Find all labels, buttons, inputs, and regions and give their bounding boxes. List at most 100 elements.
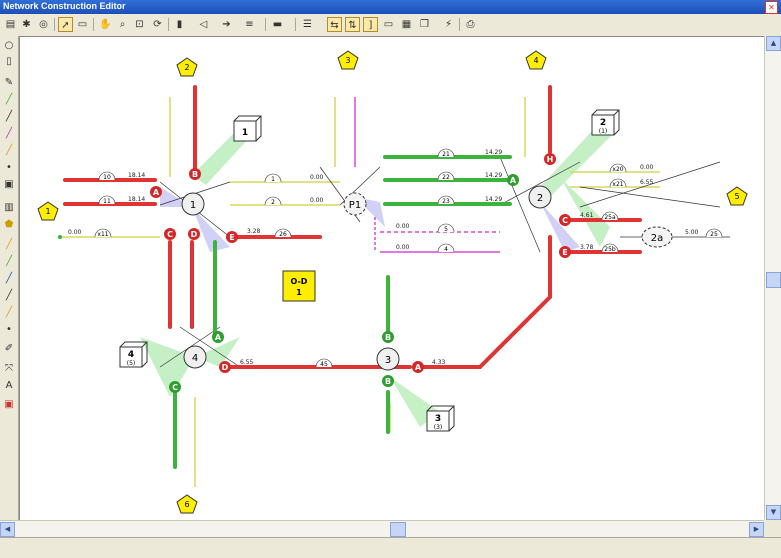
dot-icon[interactable]: • xyxy=(2,161,16,175)
svg-text:H: H xyxy=(547,155,554,164)
centroids[interactable]: 2 3 4 1 5 6 xyxy=(37,50,748,514)
text-icon[interactable]: A xyxy=(2,379,16,393)
move-icon[interactable]: ⤧ xyxy=(2,362,16,376)
zone-4-label: 4 xyxy=(128,350,134,360)
centroid-icon[interactable]: ⬟ xyxy=(2,218,16,232)
grid-icon[interactable]: ▦ xyxy=(399,17,414,32)
centroid-1-label: 1 xyxy=(45,207,50,216)
signal-fans xyxy=(140,117,615,427)
node-icon[interactable]: ▥ xyxy=(2,201,16,215)
line3-icon[interactable]: ╱ xyxy=(2,272,16,286)
svg-text:26: 26 xyxy=(279,231,287,238)
bus-icon[interactable]: ▬ xyxy=(270,17,285,32)
svg-text:C: C xyxy=(562,216,568,225)
scroll-right-icon[interactable]: ▶ xyxy=(749,522,764,537)
close-icon[interactable]: ✕ xyxy=(765,1,778,14)
svg-text:18.14: 18.14 xyxy=(128,172,145,179)
svg-text:2: 2 xyxy=(271,199,275,206)
lane-icon[interactable]: ≡ xyxy=(242,17,257,32)
svg-text:D: D xyxy=(222,363,229,372)
phase-icon[interactable]: ☰ xyxy=(300,17,315,32)
svg-text:x11: x11 xyxy=(97,231,108,238)
settings-icon[interactable]: ✱ xyxy=(19,17,34,32)
scroll-corner xyxy=(764,520,781,537)
refresh-icon[interactable]: ⟳ xyxy=(150,17,165,32)
intersection-3-label: 3 xyxy=(385,355,391,366)
select-icon[interactable]: ➚ xyxy=(58,17,73,32)
zoom-fit-icon[interactable]: ⊡ xyxy=(132,17,147,32)
measure-icon[interactable]: ▭ xyxy=(381,17,396,32)
vertical-scrollbar[interactable]: ▲ ▼ xyxy=(764,36,781,520)
od-label-line2: 1 xyxy=(296,288,302,297)
svg-text:E: E xyxy=(562,248,567,257)
main-toolbar: ▤ ✱ ◎ ➚ ▭ ✋ ⌕ ⊡ ⟳ ▮ ◁ ➔ ≡ ▬ ☰ ⇆ ⇅ ] ▭ ▦ … xyxy=(0,14,781,37)
scroll-left-icon[interactable]: ◀ xyxy=(0,522,15,537)
centroid-6-label: 6 xyxy=(184,500,189,509)
svg-text:0.00: 0.00 xyxy=(396,223,410,230)
left-toolbar: ○ ▯ ✎ ╱ ╱ ╱ ╱ • ▣ ▥ ⬟ ╱ ╱ ╱ ╱ ╱ • ✐ ⤧ A … xyxy=(0,36,19,520)
lightning-icon[interactable]: ⚡ xyxy=(441,17,456,32)
line5-icon[interactable]: ╱ xyxy=(2,306,16,320)
page-icon[interactable]: ▯ xyxy=(2,55,16,69)
svg-text:25b: 25b xyxy=(604,246,616,253)
svg-text:A: A xyxy=(153,188,160,197)
bracket-icon[interactable]: ] xyxy=(363,17,378,32)
svg-text:14.29: 14.29 xyxy=(485,149,502,156)
svg-text:x21: x21 xyxy=(612,181,623,188)
delete-icon[interactable]: ▣ xyxy=(2,398,16,412)
intersection-nodes[interactable]: 1 2 3 4 xyxy=(181,185,552,371)
line-icon[interactable]: ╱ xyxy=(2,238,16,252)
zone-2-label: 2 xyxy=(600,118,606,128)
line4-icon[interactable]: ╱ xyxy=(2,289,16,303)
arrow-icon[interactable]: ➔ xyxy=(219,17,234,32)
svg-text:0.00: 0.00 xyxy=(310,174,324,181)
svg-text:5.00: 5.00 xyxy=(685,229,699,236)
green-link-icon[interactable]: ╱ xyxy=(2,93,16,107)
purple-link-icon[interactable]: ╱ xyxy=(2,127,16,141)
magenta-links xyxy=(354,97,500,253)
signal-icon[interactable]: ▮ xyxy=(172,17,187,32)
align-center-icon[interactable]: ⇅ xyxy=(345,17,360,32)
svg-text:0.00: 0.00 xyxy=(396,244,410,251)
zone-3-label: 3 xyxy=(435,414,441,424)
export-icon[interactable]: ⎙ xyxy=(463,17,478,32)
black-link-icon[interactable]: ╱ xyxy=(2,110,16,124)
od-label-line1: O-D xyxy=(291,277,308,286)
yield-icon[interactable]: ◁ xyxy=(196,17,211,32)
network-canvas[interactable]: 1 2 3 4 P1 2a A B C D E A H C E A C D B … xyxy=(19,36,765,521)
svg-text:6.55: 6.55 xyxy=(240,359,254,366)
svg-text:3.28: 3.28 xyxy=(247,228,261,235)
chart-icon[interactable]: ▣ xyxy=(2,178,16,192)
zone-3-sub: (3) xyxy=(434,424,443,431)
vertical-scroll-thumb[interactable] xyxy=(766,272,781,288)
layers-icon[interactable]: ◎ xyxy=(36,17,51,32)
intersection-1-label: 1 xyxy=(190,200,196,211)
scroll-up-icon[interactable]: ▲ xyxy=(766,36,781,51)
horizontal-scrollbar[interactable]: ◀ ▶ xyxy=(0,520,764,538)
circle-icon[interactable]: ○ xyxy=(2,39,16,53)
pencil-icon[interactable]: ✎ xyxy=(2,76,16,90)
rectangle-icon[interactable]: ▭ xyxy=(75,17,90,32)
pan-icon[interactable]: ✋ xyxy=(98,17,113,32)
svg-text:B: B xyxy=(192,170,198,179)
svg-text:6.55: 6.55 xyxy=(640,179,654,186)
zone-4-sub: (5) xyxy=(127,360,136,367)
status-bar xyxy=(0,537,781,558)
zoom-icon[interactable]: ⌕ xyxy=(115,17,130,32)
svg-text:0.00: 0.00 xyxy=(68,229,82,236)
intersection-2-label: 2 xyxy=(537,193,543,204)
connector-icon[interactable]: ╱ xyxy=(2,144,16,158)
dot2-icon[interactable]: • xyxy=(2,323,16,337)
svg-text:A: A xyxy=(415,363,422,372)
edit-icon[interactable]: ✐ xyxy=(2,342,16,356)
window-title: Network Construction Editor xyxy=(3,1,126,11)
scroll-down-icon[interactable]: ▼ xyxy=(766,505,781,520)
align-left-icon[interactable]: ⇆ xyxy=(327,17,342,32)
layers-stack-icon[interactable]: ❐ xyxy=(417,17,432,32)
zone-2-sub: (1) xyxy=(599,128,608,135)
line2-icon[interactable]: ╱ xyxy=(2,255,16,269)
horizontal-scroll-thumb[interactable] xyxy=(390,522,406,537)
open-icon[interactable]: ▤ xyxy=(3,17,18,32)
node-2a-label: 2a xyxy=(651,233,664,244)
svg-text:4.61: 4.61 xyxy=(580,212,594,219)
